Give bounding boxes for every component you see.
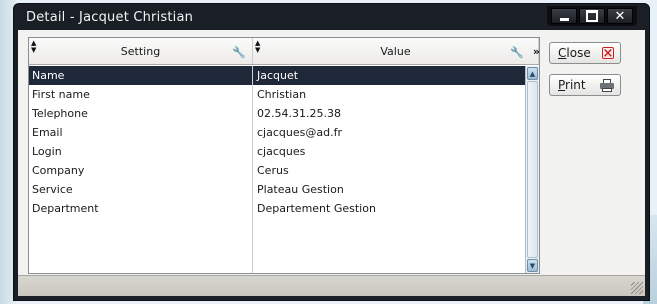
table-header: ▲ ▼ Setting 🔧 ▲ ▼ Value 🔧 » xyxy=(29,38,540,65)
table-row[interactable]: Login cjacques xyxy=(29,142,527,161)
column-header-setting[interactable]: ▲ ▼ Setting 🔧 xyxy=(29,38,253,64)
print-button[interactable]: Print xyxy=(549,74,621,96)
cell-setting: Name xyxy=(32,69,65,82)
close-button-label: Close xyxy=(558,46,591,60)
sort-icon[interactable]: ▲ ▼ xyxy=(255,40,260,54)
window-title: Detail - Jacquet Christian xyxy=(26,9,194,25)
cell-setting: Service xyxy=(32,183,73,196)
cell-setting: First name xyxy=(32,88,90,101)
table-row[interactable]: Department Departement Gestion xyxy=(29,199,527,218)
printer-icon xyxy=(600,78,614,92)
window-controls: ✕ xyxy=(547,6,637,26)
window-content: ▲▼ Setting 🔧 ▲▼ Value 🔧 » Name Jacquet xyxy=(18,30,645,296)
cell-setting: Telephone xyxy=(32,107,88,120)
sort-icon[interactable]: ▲ ▼ xyxy=(31,40,36,54)
cell-value: cjacques xyxy=(257,145,306,158)
table-row[interactable]: Telephone 02.54.31.25.38 xyxy=(29,104,527,123)
column-divider xyxy=(252,66,253,273)
column-header-value-label: Value xyxy=(380,44,411,58)
print-button-label: Print xyxy=(558,78,586,92)
cell-value: Plateau Gestion xyxy=(257,183,344,196)
column-chooser-icon[interactable]: » xyxy=(533,45,540,58)
cell-value: 02.54.31.25.38 xyxy=(257,107,341,120)
maximize-button[interactable] xyxy=(579,8,605,24)
cell-value: Cerus xyxy=(257,164,289,177)
details-table: ▲▼ Setting 🔧 ▲▼ Value 🔧 » Name Jacquet xyxy=(28,37,540,274)
column-header-setting-label: Setting xyxy=(120,44,161,58)
cell-setting: Email xyxy=(32,126,63,139)
cell-value: Christian xyxy=(257,88,307,101)
cell-value: Jacquet xyxy=(257,69,299,82)
minimize-button[interactable] xyxy=(551,8,577,24)
detail-window: Detail - Jacquet Christian ✕ ▲ ▼ Setting … xyxy=(14,4,649,300)
scroll-down-icon[interactable]: ▼ xyxy=(527,259,538,272)
action-buttons: Close × Print xyxy=(549,42,621,106)
filter-icon[interactable]: 🔧 xyxy=(510,46,524,59)
filter-icon[interactable]: 🔧 xyxy=(232,46,246,59)
cell-value: cjacques@ad.fr xyxy=(257,126,342,139)
close-x-icon: × xyxy=(602,45,614,61)
close-button[interactable]: Close × xyxy=(549,42,621,64)
table-row[interactable]: First name Christian xyxy=(29,85,527,104)
table-row[interactable]: Name Jacquet xyxy=(29,66,527,85)
vertical-scrollbar[interactable]: ▲ ▼ xyxy=(525,66,539,273)
table-row[interactable]: Service Plateau Gestion xyxy=(29,180,527,199)
title-bar[interactable]: Detail - Jacquet Christian ✕ xyxy=(18,4,645,30)
table-row[interactable]: Email cjacques@ad.fr xyxy=(29,123,527,142)
cell-setting: Company xyxy=(32,164,85,177)
table-row[interactable]: Company Cerus xyxy=(29,161,527,180)
cell-setting: Department xyxy=(32,202,99,215)
column-header-value[interactable]: ▲ ▼ Value 🔧 » xyxy=(253,38,540,64)
cell-setting: Login xyxy=(32,145,62,158)
table-body: Name Jacquet First name Christian Teleph… xyxy=(29,66,527,273)
scroll-thumb[interactable] xyxy=(527,81,538,258)
status-bar xyxy=(18,275,645,296)
window-close-button[interactable]: ✕ xyxy=(607,8,633,24)
resize-grip-icon[interactable] xyxy=(631,282,643,294)
scroll-up-icon[interactable]: ▲ xyxy=(527,67,538,80)
cell-value: Departement Gestion xyxy=(257,202,376,215)
